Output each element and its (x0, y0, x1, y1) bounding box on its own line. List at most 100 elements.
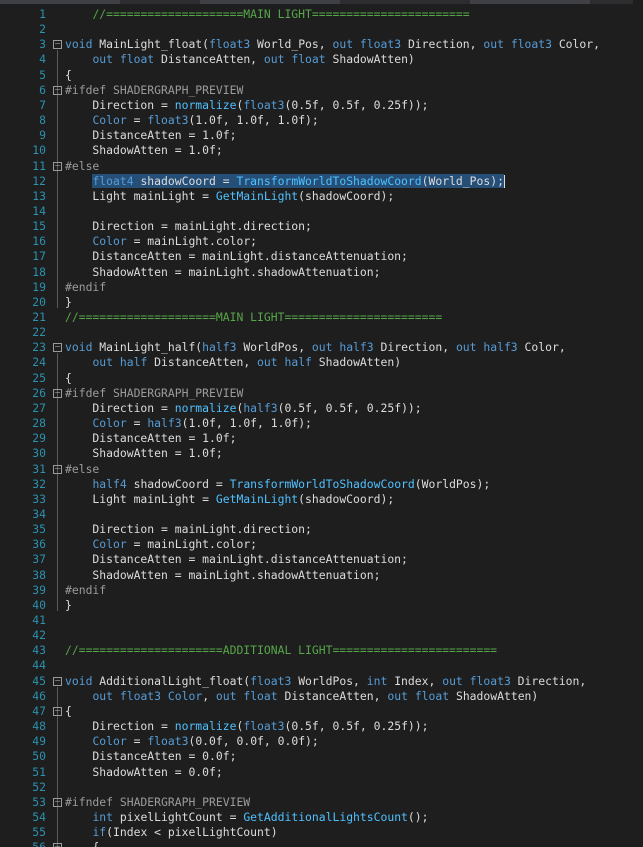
code-line[interactable]: 41 (0, 613, 643, 628)
code-text[interactable]: Color = half3(1.0f, 1.0f, 1.0f); (65, 416, 311, 431)
code-line[interactable]: 39 #endif (0, 583, 643, 598)
code-text[interactable]: Direction = mainLight.direction; (65, 522, 311, 537)
code-line[interactable]: 38 ShadowAtten = mainLight.shadowAttenua… (0, 568, 643, 583)
code-text[interactable]: DistanceAtten = 1.0f; (65, 431, 236, 446)
code-line[interactable]: 35 Direction = mainLight.direction; (0, 522, 643, 537)
code-line[interactable]: 34 (0, 507, 643, 522)
code-line[interactable]: 12 float4 shadowCoord = TransformWorldTo… (0, 173, 643, 189)
code-text[interactable]: #endif (65, 280, 106, 295)
code-text[interactable]: { (65, 68, 72, 83)
code-line[interactable]: 21 //====================MAIN LIGHT======… (0, 310, 643, 325)
code-text[interactable]: #ifdef SHADERGRAPH_PREVIEW (65, 386, 243, 401)
code-line[interactable]: 40} (0, 598, 643, 613)
code-text[interactable]: { (65, 704, 72, 719)
code-line[interactable]: 45− void AdditionalLight_float(float3 Wor… (0, 674, 643, 689)
code-line[interactable]: 51 ShadowAtten = 0.0f; (0, 765, 643, 780)
code-text[interactable]: out float DistanceAtten, out float Shado… (65, 52, 414, 67)
code-text[interactable]: #else (65, 159, 99, 174)
code-line[interactable]: 25 { (0, 371, 643, 386)
code-line[interactable]: 5{ (0, 68, 643, 83)
collapse-toggle-icon[interactable]: − (53, 843, 62, 847)
code-text[interactable]: { (65, 371, 72, 386)
code-line[interactable]: 49 Color = float3(0.0f, 0.0f, 0.0f); (0, 734, 643, 749)
code-line[interactable]: 14 (0, 204, 643, 219)
code-text[interactable]: Light mainLight = GetMainLight(shadowCoo… (65, 492, 394, 507)
code-line[interactable]: 7 Direction = normalize(float3(0.5f, 0.5… (0, 98, 643, 113)
code-text[interactable]: DistanceAtten = 0.0f; (65, 749, 236, 764)
code-text[interactable]: Color = float3(1.0f, 1.0f, 1.0f); (65, 113, 318, 128)
code-line[interactable]: 46 out float3 Color, out float DistanceA… (0, 689, 643, 704)
code-text[interactable]: ShadowAtten = 0.0f; (65, 765, 222, 780)
code-text[interactable]: #ifdef SHADERGRAPH_PREVIEW (65, 83, 243, 98)
code-text[interactable]: void MainLight_float(float3 World_Pos, o… (65, 37, 600, 52)
code-line[interactable]: 18 ShadowAtten = mainLight.shadowAttenua… (0, 265, 643, 280)
code-line[interactable]: 48 Direction = normalize(float3(0.5f, 0.… (0, 719, 643, 734)
code-line[interactable]: 31− #else (0, 462, 643, 477)
collapse-toggle-icon[interactable]: − (53, 161, 62, 171)
code-line[interactable]: 23− void MainLight_half(half3 WorldPos, o… (0, 340, 643, 355)
code-line[interactable]: 17 DistanceAtten = mainLight.distanceAtt… (0, 249, 643, 264)
code-line[interactable]: 28 Color = half3(1.0f, 1.0f, 1.0f); (0, 416, 643, 431)
code-text[interactable]: Direction = normalize(float3(0.5f, 0.5f,… (65, 98, 428, 113)
code-text[interactable]: { (65, 840, 99, 847)
code-text[interactable]: DistanceAtten = 1.0f; (65, 128, 236, 143)
code-line[interactable]: 20} (0, 295, 643, 310)
code-line[interactable]: 56 − { (0, 840, 643, 847)
code-line[interactable]: 33 Light mainLight = GetMainLight(shadow… (0, 492, 643, 507)
collapse-toggle-icon[interactable]: − (53, 343, 62, 353)
code-line[interactable]: 13 Light mainLight = GetMainLight(shadow… (0, 189, 643, 204)
code-text[interactable]: Direction = normalize(half3(0.5f, 0.5f, … (65, 401, 421, 416)
code-line[interactable]: 10 ShadowAtten = 1.0f; (0, 143, 643, 158)
code-line[interactable]: 3− void MainLight_float(float3 World_Pos,… (0, 37, 643, 52)
code-line[interactable]: 4 out float DistanceAtten, out float Sha… (0, 52, 643, 67)
code-text[interactable]: Color = mainLight.color; (65, 234, 257, 249)
code-text[interactable]: ShadowAtten = mainLight.shadowAttenuatio… (65, 568, 380, 583)
code-text[interactable]: out float3 Color, out float DistanceAtte… (65, 689, 538, 704)
code-line[interactable]: 9 DistanceAtten = 1.0f; (0, 128, 643, 143)
code-line[interactable]: 16 Color = mainLight.color; (0, 234, 643, 249)
code-text[interactable]: #else (65, 462, 99, 477)
code-text[interactable]: } (65, 598, 72, 613)
code-line[interactable]: 2 (0, 22, 643, 37)
code-text[interactable]: ShadowAtten = 1.0f; (65, 143, 222, 158)
code-line[interactable]: 36 Color = mainLight.color; (0, 537, 643, 552)
code-line[interactable]: 53− #ifndef SHADERGRAPH_PREVIEW (0, 795, 643, 810)
code-line[interactable]: 55 if(Index < pixelLightCount) (0, 825, 643, 840)
code-line[interactable]: 42 (0, 628, 643, 643)
code-text[interactable]: void MainLight_half(half3 WorldPos, out … (65, 340, 566, 355)
code-text[interactable]: #endif (65, 583, 106, 598)
code-line[interactable]: 6− #ifdef SHADERGRAPH_PREVIEW (0, 83, 643, 98)
code-text[interactable]: void AdditionalLight_float(float3 WorldP… (65, 674, 586, 689)
code-text[interactable]: DistanceAtten = mainLight.distanceAttenu… (65, 552, 407, 567)
code-text[interactable]: #ifndef SHADERGRAPH_PREVIEW (65, 795, 250, 810)
code-editor[interactable]: 1 //====================MAIN LIGHT======… (0, 0, 643, 847)
code-line[interactable]: 29 DistanceAtten = 1.0f; (0, 431, 643, 446)
code-line[interactable]: 22 (0, 325, 643, 340)
code-text[interactable]: half4 shadowCoord = TransformWorldToShad… (65, 477, 490, 492)
collapse-toggle-icon[interactable]: − (53, 676, 62, 686)
code-text[interactable]: //=====================ADDITIONAL LIGHT=… (65, 643, 497, 658)
code-line[interactable]: 19 #endif (0, 280, 643, 295)
code-text[interactable]: //====================MAIN LIGHT========… (65, 7, 469, 22)
code-line[interactable]: 11− #else (0, 159, 643, 174)
code-line[interactable]: 1 //====================MAIN LIGHT======… (0, 7, 643, 22)
collapse-toggle-icon[interactable]: − (53, 797, 62, 807)
code-text[interactable]: out half DistanceAtten, out half ShadowA… (65, 355, 401, 370)
code-line[interactable]: 47−{ (0, 704, 643, 719)
code-line[interactable]: 26− #ifdef SHADERGRAPH_PREVIEW (0, 386, 643, 401)
code-line[interactable]: 32 half4 shadowCoord = TransformWorldToS… (0, 477, 643, 492)
code-text[interactable]: Color = mainLight.color; (65, 537, 257, 552)
code-line[interactable]: 37 DistanceAtten = mainLight.distanceAtt… (0, 552, 643, 567)
collapse-toggle-icon[interactable]: − (53, 464, 62, 474)
code-text[interactable]: float4 shadowCoord = TransformWorldToSha… (65, 173, 505, 189)
code-line[interactable]: 50 DistanceAtten = 0.0f; (0, 749, 643, 764)
code-line[interactable]: 54 int pixelLightCount = GetAdditionalLi… (0, 810, 643, 825)
collapse-toggle-icon[interactable]: − (53, 85, 62, 95)
code-line[interactable]: 15 Direction = mainLight.direction; (0, 219, 643, 234)
code-line[interactable]: 52 (0, 780, 643, 795)
code-text[interactable]: Direction = normalize(float3(0.5f, 0.5f,… (65, 719, 428, 734)
code-text[interactable]: Light mainLight = GetMainLight(shadowCoo… (65, 189, 394, 204)
code-text[interactable]: //====================MAIN LIGHT========… (65, 310, 442, 325)
code-line[interactable]: 30 ShadowAtten = 1.0f; (0, 446, 643, 461)
code-line[interactable]: 24 out half DistanceAtten, out half Shad… (0, 355, 643, 370)
